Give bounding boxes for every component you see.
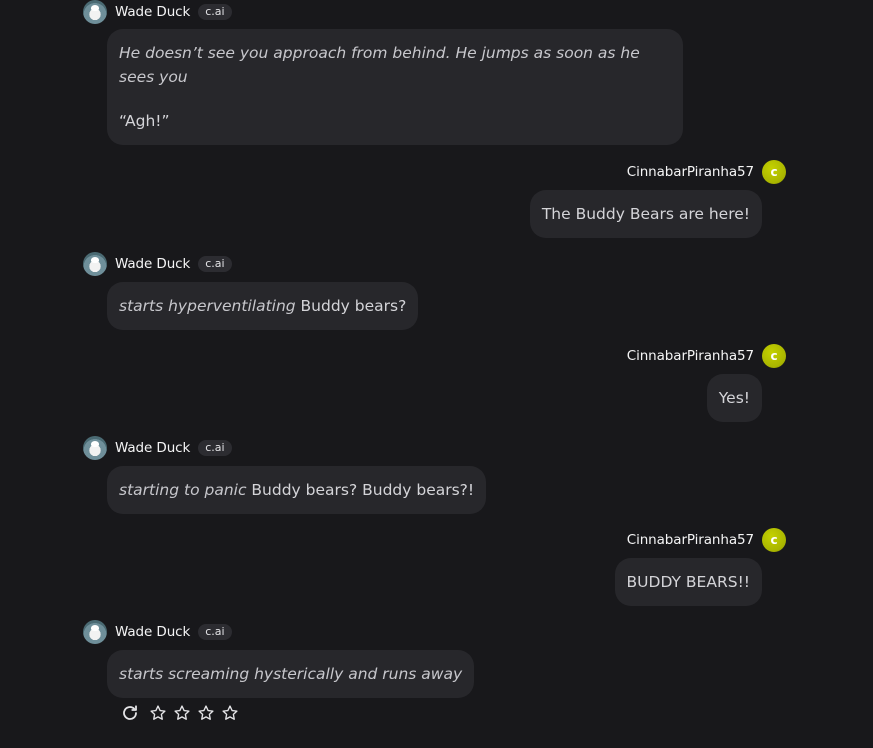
- bot-message-bubble: starting to panic Buddy bears? Buddy bea…: [107, 466, 487, 514]
- bot-message-bubble: He doesn’t see you approach from behind.…: [107, 29, 683, 145]
- user-name: CinnabarPiranha57: [626, 164, 754, 180]
- bot-message-header: Wade Duck c.ai: [83, 252, 232, 276]
- user-name: CinnabarPiranha57: [626, 348, 754, 364]
- bot-name[interactable]: Wade Duck: [115, 440, 190, 456]
- cai-badge: c.ai: [198, 440, 232, 456]
- user-message-bubble: Yes!: [706, 374, 762, 422]
- chat-transcript: Wade Duck c.ai He doesn’t see you approa…: [0, 0, 873, 748]
- user-avatar-letter: c: [770, 349, 778, 363]
- user-message-bubble: BUDDY BEARS!!: [614, 558, 762, 606]
- bot-message-bubble: starts hyperventilating Buddy bears?: [107, 282, 419, 330]
- star-rating: [143, 704, 239, 722]
- action-text: starts screaming hysterically and runs a…: [119, 665, 463, 683]
- refresh-icon[interactable]: [121, 704, 139, 722]
- user-avatar-letter: c: [770, 533, 778, 547]
- message-paragraph: “Agh!”: [119, 109, 671, 133]
- bot-avatar[interactable]: [83, 252, 107, 276]
- bot-message-bubble: starts screaming hysterically and runs a…: [107, 650, 475, 698]
- bot-name[interactable]: Wade Duck: [115, 256, 190, 272]
- bot-name[interactable]: Wade Duck: [115, 624, 190, 640]
- star-outline-icon[interactable]: [197, 704, 215, 722]
- user-name: CinnabarPiranha57: [626, 532, 754, 548]
- action-text: starts hyperventilating: [119, 297, 296, 315]
- user-message-header: CinnabarPiranha57 c: [627, 528, 786, 552]
- user-avatar-letter: c: [770, 165, 778, 179]
- bot-message-header: Wade Duck c.ai: [83, 0, 232, 24]
- message-text: Yes!: [718, 389, 750, 407]
- message-text: The Buddy Bears are here!: [541, 205, 750, 223]
- bot-avatar[interactable]: [83, 620, 107, 644]
- star-outline-icon[interactable]: [221, 704, 239, 722]
- message-actions: [121, 703, 239, 723]
- bot-message-header: Wade Duck c.ai: [83, 620, 232, 644]
- user-message-bubble: The Buddy Bears are here!: [529, 190, 762, 238]
- cai-badge: c.ai: [198, 624, 232, 640]
- cai-badge: c.ai: [198, 4, 232, 20]
- bot-avatar[interactable]: [83, 436, 107, 460]
- action-text: starting to panic: [119, 481, 247, 499]
- star-outline-icon[interactable]: [149, 704, 167, 722]
- bot-name[interactable]: Wade Duck: [115, 4, 190, 20]
- dialogue-text: Buddy bears?: [295, 297, 407, 315]
- user-message-header: CinnabarPiranha57 c: [627, 160, 786, 184]
- user-message-header: CinnabarPiranha57 c: [627, 344, 786, 368]
- bot-avatar[interactable]: [83, 0, 107, 24]
- user-avatar: c: [762, 344, 786, 368]
- dialogue-text: Buddy bears? Buddy bears?!: [246, 481, 475, 499]
- bot-message-header: Wade Duck c.ai: [83, 436, 232, 460]
- dialogue-text: “Agh!”: [119, 112, 170, 130]
- cai-badge: c.ai: [198, 256, 232, 272]
- message-paragraph: He doesn’t see you approach from behind.…: [119, 41, 671, 89]
- message-text: BUDDY BEARS!!: [626, 573, 750, 591]
- user-avatar: c: [762, 528, 786, 552]
- star-outline-icon[interactable]: [173, 704, 191, 722]
- action-text: He doesn’t see you approach from behind.…: [119, 44, 640, 86]
- user-avatar: c: [762, 160, 786, 184]
